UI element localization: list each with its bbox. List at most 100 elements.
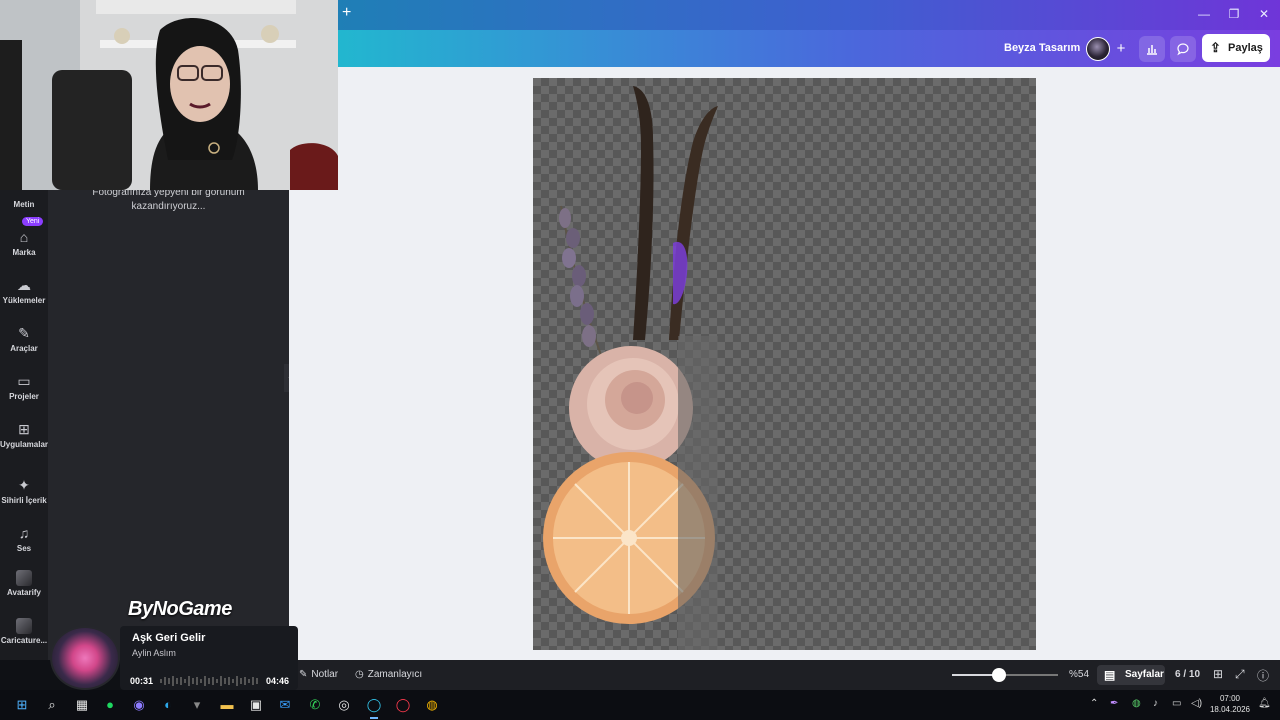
sidebar-item-apps[interactable]: ⊞ Uygulamalar: [0, 420, 48, 449]
close-button[interactable]: ✕: [1254, 7, 1274, 21]
tray-app-icon[interactable]: ◍: [1132, 698, 1141, 709]
clock-time: 07:00: [1219, 694, 1241, 703]
elapsed-time: 00:31: [130, 676, 154, 686]
plus-icon: +: [1116, 40, 1126, 57]
taskbar: ⊞ ⌕ ▦ ● ◉ ◐ ▾ ▬ ▣ ✉ ✆ ◎ ◯ ◯ ◍ ⌃ ✒ ◍ ♪ ▭ …: [0, 690, 1280, 720]
whatsapp-icon[interactable]: ✆: [305, 695, 325, 715]
edge-icon[interactable]: ◐: [158, 695, 178, 715]
volume-icon[interactable]: ◁): [1191, 698, 1202, 709]
purple-mark: [673, 241, 688, 305]
file-explorer-icon[interactable]: ▬: [217, 695, 237, 715]
add-collaborator-button[interactable]: +: [1108, 36, 1134, 62]
share-label: Paylaş: [1228, 42, 1263, 54]
new-tab-button[interactable]: +: [342, 4, 351, 22]
editor-header: Beyza Tasarım + ⇪ Paylaş: [338, 30, 1280, 67]
timer-button[interactable]: ◷ Zamanlayıcı: [355, 669, 422, 680]
design-artwork[interactable]: [533, 78, 1036, 650]
rose-flower: [569, 346, 693, 470]
brand-logo: ByNoGame: [128, 598, 232, 620]
sidebar-item-caricature[interactable]: Caricature...: [0, 618, 48, 645]
chrome-icon[interactable]: ◍: [422, 695, 442, 715]
brand-icon: ⌂: [19, 229, 29, 245]
sidebar-item-uploads[interactable]: ☁ Yüklemeler: [0, 276, 48, 305]
discord-icon[interactable]: ◉: [129, 695, 149, 715]
pages-button[interactable]: ▤ Sayfalar: [1097, 665, 1165, 685]
music-note-icon: ♫: [18, 525, 30, 541]
sidebar-item-tools[interactable]: ✎ Araçlar: [0, 324, 48, 353]
grid-view-icon[interactable]: ⊞: [1213, 667, 1223, 681]
analytics-button[interactable]: [1139, 36, 1165, 62]
spotify-icon[interactable]: ●: [100, 695, 120, 715]
comments-button[interactable]: [1170, 36, 1196, 62]
obs-icon[interactable]: ◎: [334, 695, 354, 715]
fullscreen-icon[interactable]: ⤢: [1235, 667, 1245, 682]
transparent-overlay: [678, 336, 718, 650]
side-panel: Fotoğrafınıza yepyeni bir görünüm kazand…: [48, 187, 289, 660]
waveform: [160, 676, 258, 686]
app-icon[interactable]: ▾: [187, 695, 207, 715]
clock-date: 18.04.2026: [1209, 705, 1251, 714]
canva-icon[interactable]: ◯: [364, 695, 384, 719]
share-upload-icon: ⇪: [1210, 40, 1221, 55]
sidebar-item-label: Yüklemeler: [2, 296, 46, 305]
upload-cloud-icon: ☁: [17, 277, 31, 293]
left-sidebar: Metin Yeni ⌂ Marka ☁ Yüklemeler ✎ Araçla…: [0, 190, 48, 660]
vanilla-pod: [669, 106, 718, 340]
sidebar-item-label: Uygulamalar: [0, 440, 49, 449]
sidebar-item-magic-media[interactable]: ✦ Sihirli İçerik: [0, 476, 48, 505]
store-icon[interactable]: ▣: [246, 695, 266, 715]
avatarify-app-icon: [16, 570, 32, 586]
comment-icon: [1177, 43, 1189, 56]
share-button[interactable]: ⇪ Paylaş: [1202, 34, 1270, 62]
folder-icon: ▭: [17, 373, 31, 389]
total-time: 04:46: [266, 676, 290, 686]
sidebar-item-label: Caricature...: [0, 636, 48, 645]
vanilla-pod: [633, 86, 654, 340]
magic-image-icon: ✦: [18, 477, 30, 493]
microphone-icon[interactable]: ♪: [1153, 698, 1158, 709]
sidebar-item-label: Araçlar: [10, 344, 38, 353]
apps-icon: ⊞: [18, 421, 30, 437]
sidebar-item-projects[interactable]: ▭ Projeler: [0, 372, 48, 401]
design-title[interactable]: Beyza Tasarım: [1004, 42, 1080, 54]
sidebar-item-brand[interactable]: ⌂ Marka: [0, 228, 48, 257]
sidebar-item-label: Projeler: [9, 392, 39, 401]
pages-icon: ▤: [1104, 668, 1116, 682]
opera-icon[interactable]: ◯: [393, 695, 413, 715]
restore-button[interactable]: ❐: [1224, 7, 1244, 21]
sidebar-item-text[interactable]: Metin: [0, 198, 48, 209]
notes-button[interactable]: ✎ Notlar: [299, 669, 338, 680]
sidebar-item-audio[interactable]: ♫ Ses: [0, 524, 48, 553]
bar-chart-icon: [1147, 45, 1157, 55]
chevron-up-icon[interactable]: ⌃: [1090, 698, 1098, 709]
zoom-value[interactable]: %54: [1069, 669, 1089, 680]
task-view-icon[interactable]: ▦: [72, 695, 92, 715]
timer-icon: ◷: [355, 669, 364, 680]
help-icon[interactable]: ⓘ: [1257, 667, 1269, 684]
zoom-slider-thumb[interactable]: [991, 668, 1006, 682]
sidebar-item-label: Avatarify: [7, 588, 41, 597]
sidebar-item-label: Ses: [16, 544, 32, 553]
windows-start-icon[interactable]: ⊞: [12, 695, 32, 715]
album-art: [50, 626, 120, 690]
pages-label: Sayfalar: [1125, 669, 1164, 680]
sidebar-item-avatarify[interactable]: Avatarify: [0, 570, 48, 597]
timer-label: Zamanlayıcı: [367, 669, 423, 680]
pen-icon: ✎: [18, 325, 30, 341]
notes-label: Notlar: [311, 669, 339, 680]
notifications-icon[interactable]: 🔔︎: [1258, 698, 1271, 709]
now-playing-widget: ByNoGame Aşk Geri Gelir Aylin Aslım 00:3…: [50, 598, 298, 690]
track-artist: Aylin Aslım: [132, 648, 176, 658]
bottom-toolbar: ✎ Notlar ◷ Zamanlayıcı %54 ▤ Sayfalar 6 / …: [289, 660, 1280, 690]
new-badge: Yeni: [22, 217, 44, 226]
network-icon[interactable]: ▭: [1172, 698, 1181, 709]
system-clock[interactable]: 07:00 18.04.2026: [1206, 693, 1254, 715]
track-title: Aşk Geri Gelir: [132, 632, 206, 644]
mail-icon[interactable]: ✉: [275, 695, 295, 715]
avatar[interactable]: [1086, 37, 1110, 61]
search-icon[interactable]: ⌕: [42, 695, 62, 715]
minimize-button[interactable]: —: [1194, 7, 1214, 21]
page-counter[interactable]: 6 / 10: [1175, 669, 1200, 680]
panel-description: Fotoğrafınıza yepyeni bir görünüm kazand…: [92, 187, 245, 212]
pen-tray-icon[interactable]: ✒: [1110, 698, 1118, 709]
